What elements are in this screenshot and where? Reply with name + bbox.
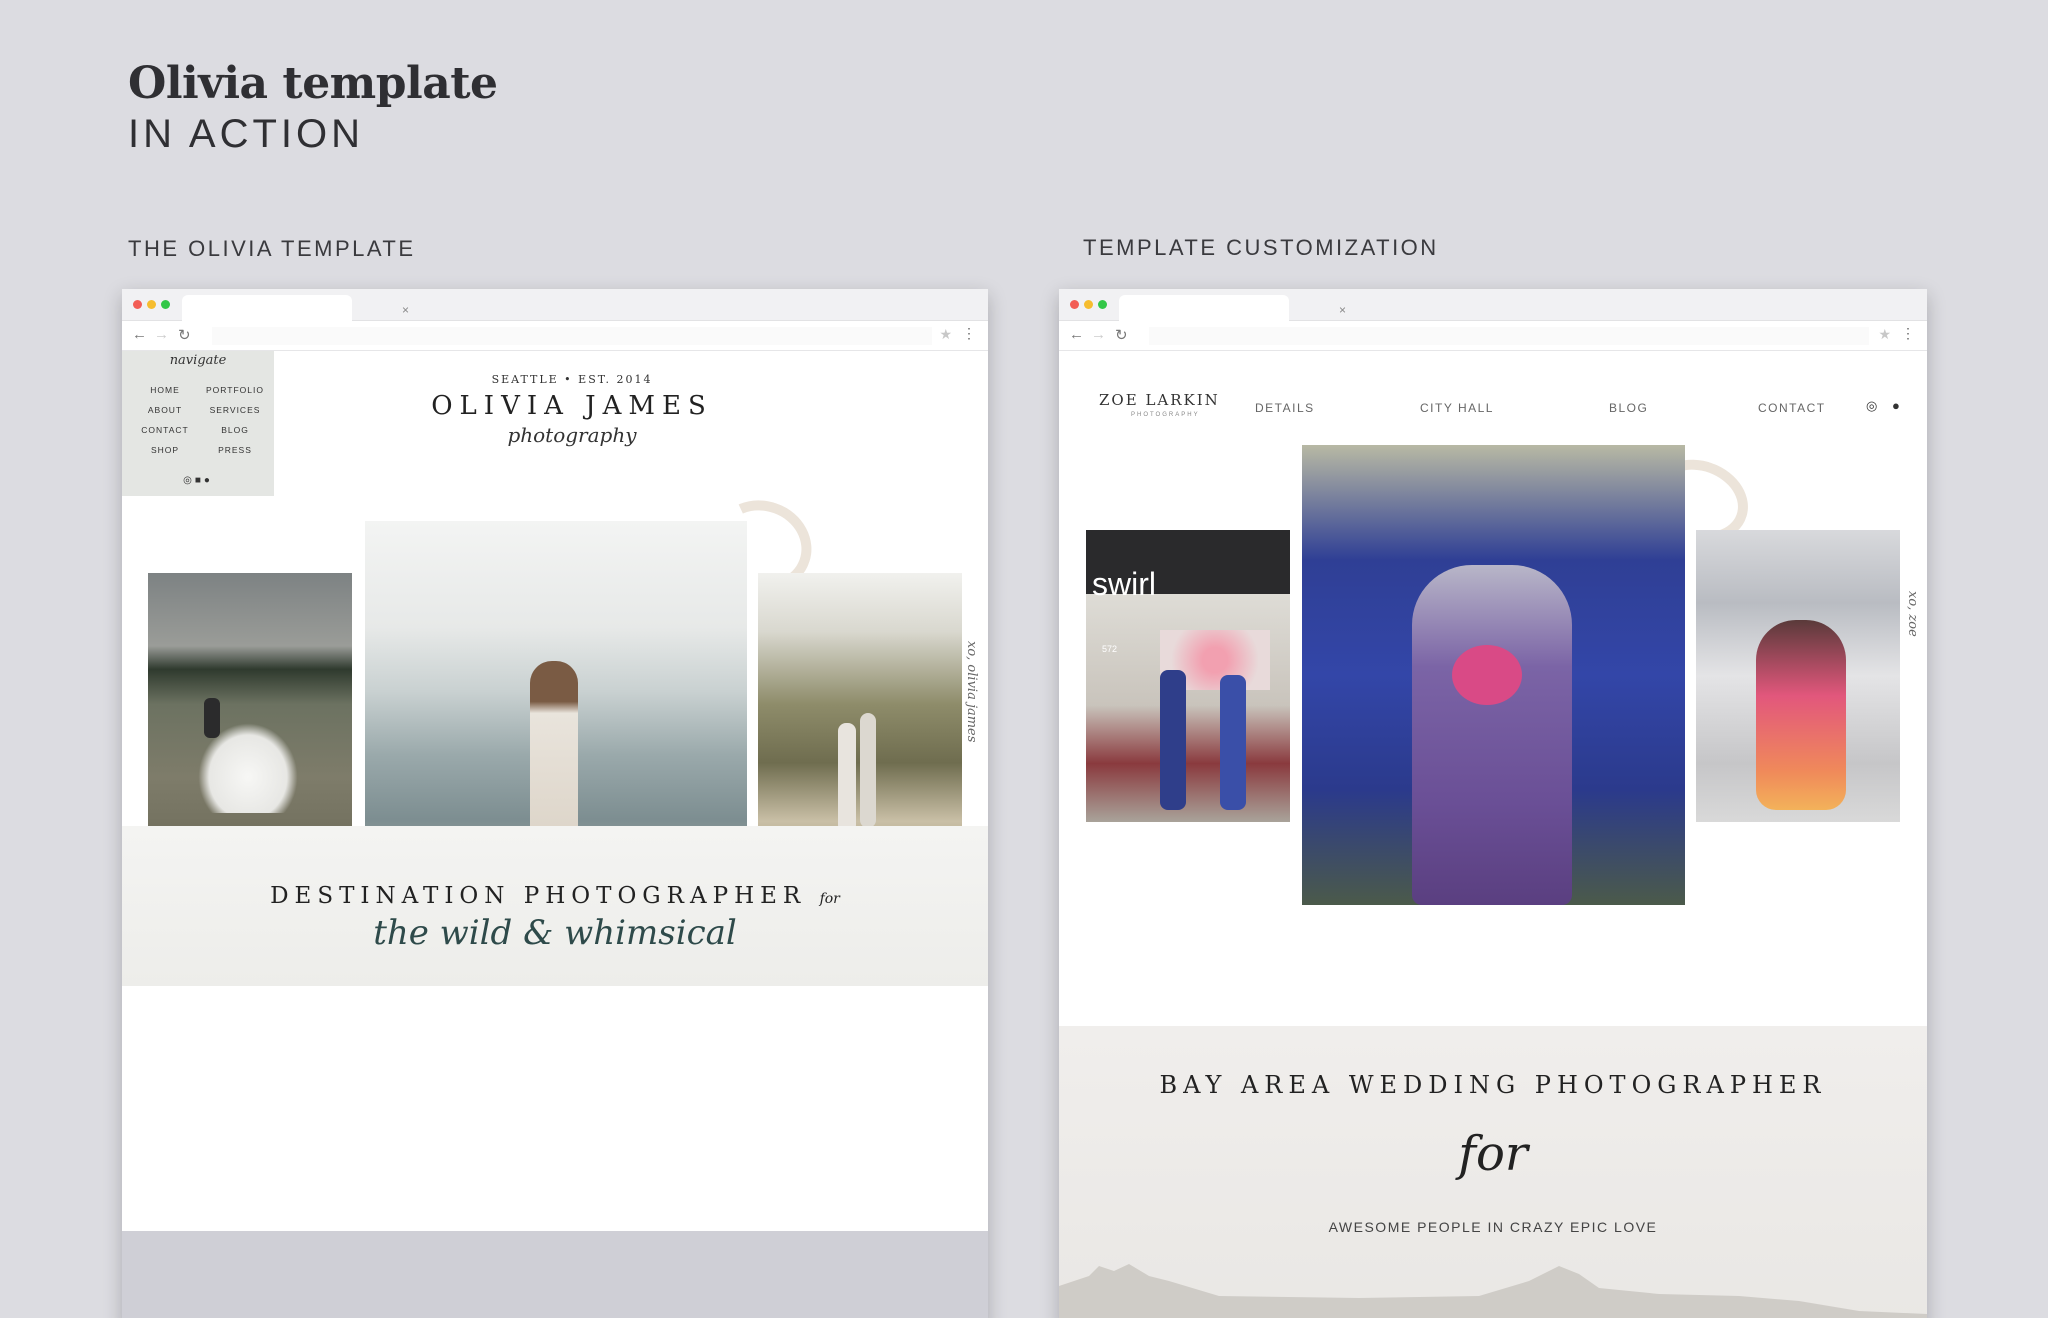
storefront-sign: swirl (1092, 566, 1156, 602)
nav-item-portfolio[interactable]: PORTFOLIO (200, 385, 270, 395)
section-label-customization: TEMPLATE CUSTOMIZATION (1083, 235, 1439, 260)
photo-wedding-celebration (1302, 445, 1685, 905)
browser-tab-bar: × (122, 289, 988, 321)
reload-icon[interactable]: ↻ (1115, 326, 1128, 344)
section-label-olivia: THE OLIVIA TEMPLATE (128, 236, 416, 261)
brand-script: photography (507, 423, 637, 447)
forward-arrow-icon[interactable]: → (154, 326, 169, 343)
nav-item-press[interactable]: PRESS (200, 445, 270, 455)
brand-logo[interactable]: ZOE LARKIN (1099, 391, 1220, 409)
browser-window-zoe: × ← → ↻ ★ ⋮ ZOE LARKIN PHOTOGRAPHY DETAI… (1059, 289, 1927, 1318)
instagram-icon[interactable]: ◎ (183, 475, 195, 486)
pinterest-icon[interactable]: ● (1892, 398, 1900, 413)
page-subtitle: IN ACTION (128, 112, 365, 156)
tagline-sub: AWESOME PEOPLE IN CRAZY EPIC LOVE (1328, 1219, 1658, 1235)
bookmark-star-icon[interactable]: ★ (939, 326, 952, 343)
back-arrow-icon[interactable]: ← (132, 326, 147, 343)
minimize-window-dot[interactable] (147, 300, 156, 309)
tagline-for: for (1458, 1126, 1528, 1182)
nav-script-heading: navigate (169, 353, 227, 368)
social-icons: ◎■● (122, 475, 274, 486)
nav-item-details[interactable]: DETAILS (1255, 401, 1315, 415)
forward-arrow-icon[interactable]: → (1091, 326, 1106, 343)
brand-logo[interactable]: OLIVIA JAMES (322, 391, 822, 421)
tab-close-icon[interactable]: × (402, 303, 409, 317)
tagline-for: for (819, 891, 840, 907)
nav-item-blog[interactable]: BLOG (200, 425, 270, 435)
tagline-script: the wild & whimsical (373, 913, 737, 953)
nav-panel: navigate HOME PORTFOLIO ABOUT SERVICES C… (122, 351, 274, 496)
maximize-window-dot[interactable] (1098, 300, 1107, 309)
tab-close-icon[interactable]: × (1339, 303, 1346, 317)
nav-item-city-hall[interactable]: CITY HALL (1420, 401, 1494, 415)
facebook-icon[interactable]: ■ (195, 475, 204, 486)
url-input[interactable] (1149, 327, 1869, 345)
browser-menu-icon[interactable]: ⋮ (962, 325, 976, 342)
browser-menu-icon[interactable]: ⋮ (1901, 325, 1915, 342)
brand-logo-sub: PHOTOGRAPHY (1131, 412, 1200, 418)
nav-item-home[interactable]: HOME (130, 385, 200, 395)
pinterest-icon[interactable]: ● (204, 475, 213, 486)
address-bar: ← → ↻ ★ ⋮ (122, 321, 988, 351)
footer-band (122, 1231, 988, 1318)
photo-storefront: swirl 572 (1086, 530, 1290, 822)
browser-tab-bar: × (1059, 289, 1927, 321)
signature-script: xo, zoe (1905, 591, 1920, 637)
photo-couple-dip (1696, 530, 1900, 822)
reload-icon[interactable]: ↻ (178, 326, 191, 344)
minimize-window-dot[interactable] (1084, 300, 1093, 309)
nav-item-blog[interactable]: BLOG (1609, 401, 1648, 415)
nav-item-contact[interactable]: CONTACT (1758, 401, 1826, 415)
nav-item-about[interactable]: ABOUT (130, 405, 200, 415)
page-title: Olivia template (128, 58, 498, 109)
photo-couple-meadow (758, 573, 962, 865)
tagline-heading: DESTINATION PHOTOGRAPHER for (122, 883, 988, 909)
nav-menu: HOME PORTFOLIO ABOUT SERVICES CONTACT BL… (130, 385, 270, 455)
olivia-site: navigate HOME PORTFOLIO ABOUT SERVICES C… (122, 351, 988, 1318)
maximize-window-dot[interactable] (161, 300, 170, 309)
brand-location: SEATTLE • EST. 2014 (491, 373, 653, 386)
nav-item-services[interactable]: SERVICES (200, 405, 270, 415)
storefront-number: 572 (1102, 644, 1118, 654)
signature-script: xo, olivia james (964, 641, 979, 743)
close-window-dot[interactable] (133, 300, 142, 309)
close-window-dot[interactable] (1070, 300, 1079, 309)
back-arrow-icon[interactable]: ← (1069, 326, 1084, 343)
tagline-text: DESTINATION PHOTOGRAPHER (270, 883, 807, 909)
nav-item-contact[interactable]: CONTACT (130, 425, 200, 435)
bookmark-star-icon[interactable]: ★ (1878, 326, 1891, 343)
instagram-icon[interactable]: ◎ (1866, 398, 1877, 414)
address-bar: ← → ↻ ★ ⋮ (1059, 321, 1927, 351)
photo-couple-field (148, 573, 352, 865)
nav-item-shop[interactable]: SHOP (130, 445, 200, 455)
browser-tab[interactable]: × (182, 295, 409, 321)
zoe-site: ZOE LARKIN PHOTOGRAPHY DETAILS CITY HALL… (1059, 351, 1927, 1318)
browser-tab[interactable]: × (1119, 295, 1346, 321)
url-input[interactable] (212, 327, 932, 345)
browser-window-olivia: × ← → ↻ ★ ⋮ navigate HOME PORTFOLIO ABOU… (122, 289, 988, 1318)
tagline-heading: BAY AREA WEDDING PHOTOGRAPHER (1159, 1071, 1827, 1099)
